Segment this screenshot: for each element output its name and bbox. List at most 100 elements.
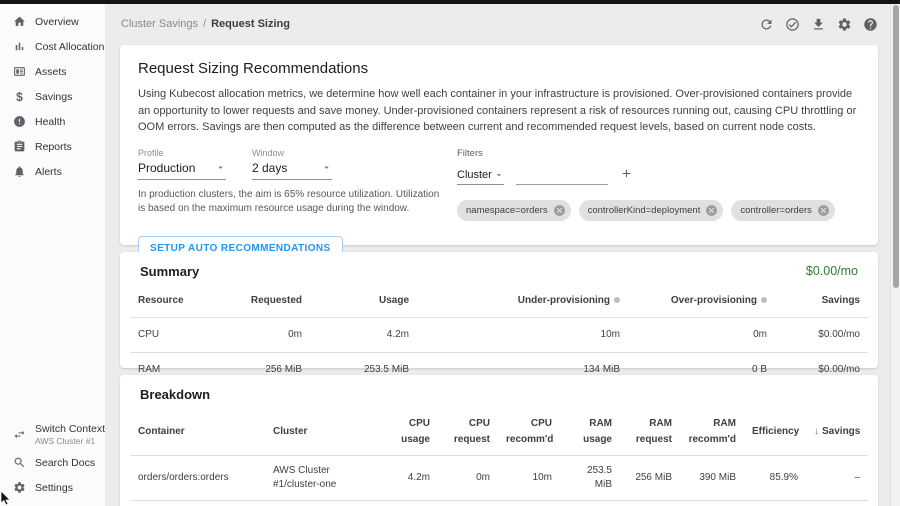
home-icon xyxy=(13,15,26,28)
sidebar-item-label: Overview xyxy=(35,16,79,28)
cpu-usage-cell: 4.2m xyxy=(380,456,438,501)
ram-recommended-cell: 390 MiB xyxy=(680,456,744,501)
sidebar-item-alerts[interactable]: Alerts xyxy=(0,159,105,184)
assets-card-icon xyxy=(13,65,26,78)
sidebar-item-label: Assets xyxy=(35,66,67,78)
plus-icon xyxy=(620,167,633,180)
column-header: Efficiency xyxy=(744,408,806,456)
breakdown-title: Breakdown xyxy=(140,387,210,402)
column-header: Over-provisioning xyxy=(628,285,775,317)
usage-cell: 4.2m xyxy=(310,317,417,352)
chevron-down-icon xyxy=(494,170,504,180)
filter-value-input[interactable] xyxy=(516,167,608,185)
sidebar-item-assets[interactable]: Assets xyxy=(0,59,105,84)
window-label: Window xyxy=(252,148,332,158)
column-header: Resource xyxy=(130,285,220,317)
table-row[interactable]: orders/orders:orders AWS Cluster #1/clus… xyxy=(130,456,868,501)
gear-icon[interactable] xyxy=(837,17,852,32)
sidebar-item-reports[interactable]: Reports xyxy=(0,134,105,159)
sidebar: Overview Cost Allocation Assets $ Saving… xyxy=(0,4,105,506)
summary-title: Summary xyxy=(140,264,199,279)
sidebar-item-health[interactable]: Health xyxy=(0,109,105,134)
sidebar-item-cost-allocation[interactable]: Cost Allocation xyxy=(0,34,105,59)
column-header: Under-provisioning xyxy=(417,285,628,317)
dollar-icon: $ xyxy=(13,90,26,104)
sidebar-item-overview[interactable]: Overview xyxy=(0,9,105,34)
breadcrumb-page: Request Sizing xyxy=(211,18,290,30)
filter-chip-label: controllerKind=deployment xyxy=(588,205,701,216)
add-filter-button[interactable] xyxy=(620,167,633,185)
bar-chart-icon xyxy=(13,40,26,53)
info-icon[interactable] xyxy=(761,297,767,303)
refresh-icon[interactable] xyxy=(759,17,774,32)
sidebar-item-label: Savings xyxy=(35,91,72,103)
sidebar-item-label: Alerts xyxy=(35,166,62,178)
filter-chip-label: controller=orders xyxy=(740,205,812,216)
info-icon[interactable] xyxy=(614,297,620,303)
filter-chip[interactable]: controllerKind=deployment xyxy=(579,200,724,221)
profile-select[interactable]: Production xyxy=(138,158,226,180)
check-circle-icon[interactable] xyxy=(785,17,800,32)
summary-table: Resource Requested Usage Under-provision… xyxy=(130,285,868,388)
profile-value: Production xyxy=(138,161,195,175)
under-provisioning-cell: 10m xyxy=(417,317,628,352)
summary-header-row: Resource Requested Usage Under-provision… xyxy=(130,285,868,317)
sidebar-item-switch-context[interactable]: Switch Context AWS Cluster #1 xyxy=(0,418,105,450)
filter-chip[interactable]: controller=orders xyxy=(731,200,835,221)
topbar: Cluster Savings / Request Sizing xyxy=(105,4,890,44)
ram-request-cell: 256 MiB xyxy=(620,456,680,501)
sidebar-item-label: Settings xyxy=(35,482,73,494)
filter-chip-label: namespace=orders xyxy=(466,205,548,216)
breadcrumb-section[interactable]: Cluster Savings xyxy=(121,18,198,30)
request-sizing-card: Request Sizing Recommendations Using Kub… xyxy=(120,45,878,245)
search-icon xyxy=(13,456,26,469)
sidebar-item-label: Health xyxy=(35,116,65,128)
help-icon[interactable] xyxy=(863,17,878,32)
mouse-cursor xyxy=(0,491,12,506)
filters-label: Filters xyxy=(457,148,835,159)
page-description: Using Kubecost allocation metrics, we de… xyxy=(138,86,860,136)
column-header: RAM recomm'd xyxy=(680,408,744,456)
column-header: Container xyxy=(130,408,265,456)
savings-cell: $0.00/mo xyxy=(775,317,868,352)
column-header: RAM usage xyxy=(560,408,620,456)
clipboard-icon xyxy=(13,140,26,153)
sidebar-item-label: Search Docs xyxy=(35,457,95,469)
sidebar-item-settings[interactable]: Settings xyxy=(0,475,105,500)
sidebar-item-savings[interactable]: $ Savings xyxy=(0,84,105,109)
filter-chip[interactable]: namespace=orders xyxy=(457,200,571,221)
column-header-sort-savings[interactable]: ↓Savings xyxy=(806,408,868,456)
table-row: CPU 0m 4.2m 10m 0m $0.00/mo xyxy=(130,317,868,352)
sidebar-item-label: Reports xyxy=(35,141,72,153)
vertical-scrollbar-track[interactable] xyxy=(890,4,900,506)
remove-chip-icon[interactable] xyxy=(817,204,830,217)
column-header: Requested xyxy=(220,285,310,317)
page-title: Request Sizing Recommendations xyxy=(138,60,860,77)
breakdown-table: Container Cluster CPU usage CPU request … xyxy=(130,408,868,501)
sort-descending-icon: ↓ xyxy=(814,426,819,437)
efficiency-cell: 85.9% xyxy=(744,456,806,501)
cpu-request-cell: 0m xyxy=(438,456,498,501)
profile-label: Profile xyxy=(138,148,226,158)
remove-chip-icon[interactable] xyxy=(553,204,566,217)
remove-chip-icon[interactable] xyxy=(705,204,718,217)
savings-cell: – xyxy=(806,456,868,501)
vertical-scrollbar-thumb[interactable] xyxy=(893,5,899,288)
column-header: Savings xyxy=(775,285,868,317)
switch-context-label: Switch Context xyxy=(35,423,105,435)
sidebar-item-search-docs[interactable]: Search Docs xyxy=(0,450,105,475)
sidebar-item-label: Cost Allocation xyxy=(35,41,104,53)
chevron-down-icon xyxy=(215,162,226,173)
breadcrumb: Cluster Savings / Request Sizing xyxy=(121,18,290,30)
window-value: 2 days xyxy=(252,161,287,175)
window-select[interactable]: 2 days xyxy=(252,158,332,180)
column-header: CPU recomm'd xyxy=(498,408,560,456)
breadcrumb-separator: / xyxy=(203,18,206,30)
filter-field-select[interactable]: Cluster xyxy=(457,167,504,185)
requested-cell: 0m xyxy=(220,317,310,352)
window-top-edge xyxy=(0,0,900,4)
container-cell: orders/orders:orders xyxy=(130,456,265,501)
swap-horizontal-icon xyxy=(13,428,26,441)
gear-icon xyxy=(13,481,26,494)
download-icon[interactable] xyxy=(811,17,826,32)
